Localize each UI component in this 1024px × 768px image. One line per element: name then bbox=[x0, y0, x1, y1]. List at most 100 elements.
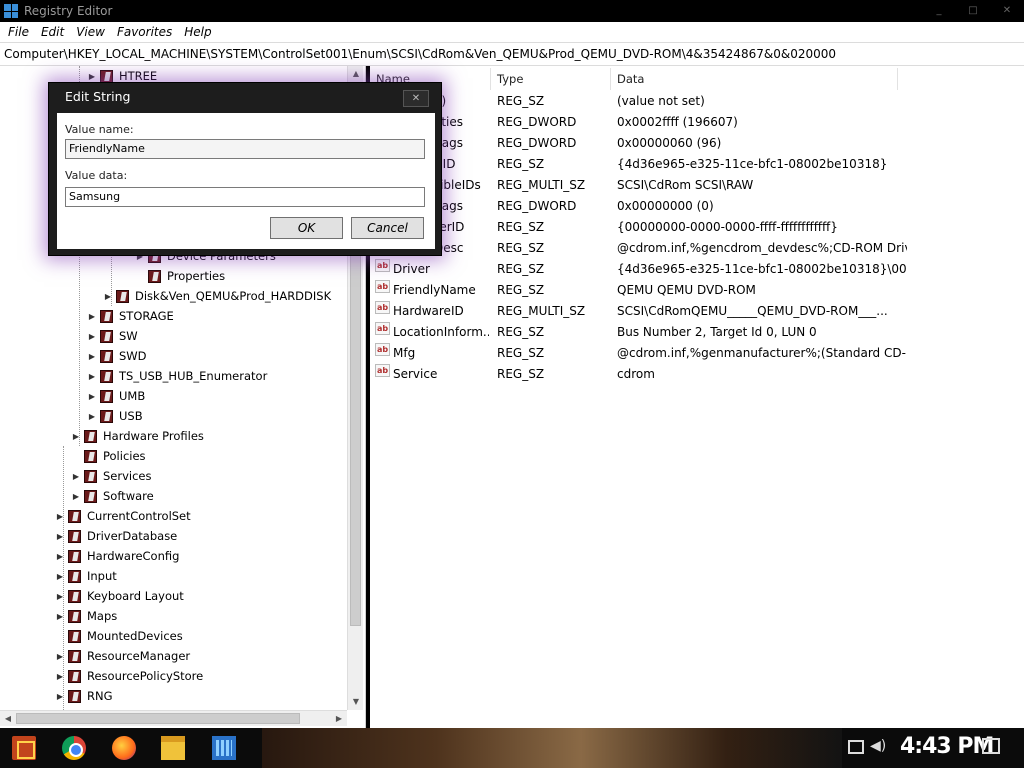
tree-item-driverdatabase[interactable]: ▶ DriverDatabase bbox=[54, 526, 177, 546]
tree-item-sw[interactable]: ▶ SW bbox=[86, 326, 138, 346]
network-icon[interactable] bbox=[848, 740, 864, 754]
expand-arrow-icon[interactable]: ▶ bbox=[54, 692, 66, 701]
tree-item-policies[interactable]: Policies bbox=[70, 446, 146, 466]
tree-item-usb[interactable]: ▶ USB bbox=[86, 406, 143, 426]
expand-arrow-icon[interactable]: ▶ bbox=[54, 552, 66, 561]
folder-icon bbox=[84, 489, 97, 503]
cancel-button[interactable]: Cancel bbox=[351, 217, 424, 239]
value-type: REG_MULTI_SZ bbox=[497, 304, 586, 318]
file-explorer-icon[interactable] bbox=[161, 736, 185, 760]
column-header-type[interactable]: Type bbox=[491, 68, 611, 90]
dialog-close-button[interactable]: ✕ bbox=[403, 90, 429, 107]
firefox-icon[interactable] bbox=[112, 736, 136, 760]
scroll-right-arrow-icon[interactable]: ▶ bbox=[331, 711, 347, 727]
expand-arrow-icon[interactable]: ▶ bbox=[54, 572, 66, 581]
menu-edit[interactable]: Edit bbox=[35, 25, 70, 39]
expand-arrow-icon[interactable]: ▶ bbox=[86, 72, 98, 81]
expand-arrow-icon[interactable]: ▶ bbox=[54, 512, 66, 521]
expand-arrow-icon[interactable]: ▶ bbox=[54, 592, 66, 601]
expand-arrow-icon[interactable]: ▶ bbox=[102, 292, 114, 301]
value-data: {4d36e965-e325-11ce-bfc1-08002be10318}\0… bbox=[617, 262, 907, 276]
chrome-icon[interactable] bbox=[62, 736, 86, 760]
tree-item-label: CurrentControlSet bbox=[87, 509, 191, 523]
regedit-icon[interactable] bbox=[212, 736, 236, 760]
taskbar-clock[interactable]: 4:43 PM bbox=[900, 734, 994, 759]
address-bar[interactable]: Computer\HKEY_LOCAL_MACHINE\SYSTEM\Contr… bbox=[0, 42, 1024, 66]
minimize-button[interactable]: _ bbox=[922, 0, 956, 22]
tree-item-input[interactable]: ▶ Input bbox=[54, 566, 117, 586]
value-type: REG_SZ bbox=[497, 94, 545, 108]
value-data-field[interactable]: Samsung bbox=[65, 187, 425, 207]
tree-item-mounteddevices[interactable]: MountedDevices bbox=[54, 626, 183, 646]
notifications-icon[interactable] bbox=[982, 738, 1000, 754]
value-row[interactable]: 01 Capabilities REG_DWORD 0x0002ffff (19… bbox=[370, 112, 1010, 133]
menu-file[interactable]: File bbox=[2, 25, 35, 39]
tree-item-ts-usb-hub-enumerator[interactable]: ▶ TS_USB_HUB_Enumerator bbox=[86, 366, 267, 386]
value-row[interactable]: 01 ConfigFlags REG_DWORD 0x00000000 (0) bbox=[370, 196, 1010, 217]
tree-item-software[interactable]: ▶ Software bbox=[70, 486, 154, 506]
value-row[interactable]: 01 ConfigFlags REG_DWORD 0x00000060 (96) bbox=[370, 133, 1010, 154]
expand-arrow-icon[interactable]: ▶ bbox=[86, 332, 98, 341]
value-row[interactable]: ab CompatibleIDs REG_MULTI_SZ SCSI\CdRom… bbox=[370, 175, 1010, 196]
menu-bar: File Edit View Favorites Help bbox=[0, 22, 1024, 42]
tree-item-storage[interactable]: ▶ STORAGE bbox=[86, 306, 174, 326]
value-type: REG_SZ bbox=[497, 157, 545, 171]
value-row[interactable]: ab FriendlyName REG_SZ QEMU QEMU DVD-ROM bbox=[370, 280, 1010, 301]
tree-item-disk-qemu-harddisk[interactable]: ▶ Disk&Ven_QEMU&Prod_HARDDISK bbox=[102, 286, 331, 306]
tree-item-maps[interactable]: ▶ Maps bbox=[54, 606, 117, 626]
expand-arrow-icon[interactable]: ▶ bbox=[70, 472, 82, 481]
tree-item-currentcontrolset[interactable]: ▶ CurrentControlSet bbox=[54, 506, 191, 526]
value-row[interactable]: ab DeviceDesc REG_SZ @cdrom.inf,%gencdro… bbox=[370, 238, 1010, 259]
tree-item-swd[interactable]: ▶ SWD bbox=[86, 346, 147, 366]
tree-item-resourcepolicystore[interactable]: ▶ ResourcePolicyStore bbox=[54, 666, 203, 686]
tree-item-hardware-profiles[interactable]: ▶ Hardware Profiles bbox=[70, 426, 204, 446]
value-row[interactable]: ab LocationInform... REG_SZ Bus Number 2… bbox=[370, 322, 1010, 343]
expand-arrow-icon[interactable]: ▶ bbox=[86, 312, 98, 321]
scroll-thumb[interactable] bbox=[16, 713, 300, 724]
column-header-data[interactable]: Data bbox=[611, 68, 898, 90]
tree-item-umb[interactable]: ▶ UMB bbox=[86, 386, 145, 406]
expand-arrow-icon[interactable]: ▶ bbox=[54, 612, 66, 621]
tree-item-rng[interactable]: ▶ RNG bbox=[54, 686, 113, 706]
value-row[interactable]: ab (Default) REG_SZ (value not set) bbox=[370, 91, 1010, 112]
tree-item-services[interactable]: ▶ Services bbox=[70, 466, 152, 486]
tree-item-keyboard-layout[interactable]: ▶ Keyboard Layout bbox=[54, 586, 184, 606]
expand-arrow-icon[interactable]: ▶ bbox=[70, 492, 82, 501]
expand-arrow-icon[interactable]: ▶ bbox=[86, 392, 98, 401]
value-name-field[interactable]: FriendlyName bbox=[65, 139, 425, 159]
value-data-label: Value data: bbox=[65, 169, 128, 182]
value-row[interactable]: ab Driver REG_SZ {4d36e965-e325-11ce-bfc… bbox=[370, 259, 1010, 280]
menu-help[interactable]: Help bbox=[178, 25, 217, 39]
value-row[interactable]: ab Service REG_SZ cdrom bbox=[370, 364, 1010, 385]
tree-horizontal-scrollbar[interactable]: ◀ ▶ bbox=[0, 710, 347, 726]
scroll-up-arrow-icon[interactable]: ▲ bbox=[348, 66, 364, 82]
tree-item-properties[interactable]: Properties bbox=[134, 266, 225, 286]
menu-view[interactable]: View bbox=[70, 25, 111, 39]
menu-favorites[interactable]: Favorites bbox=[111, 25, 178, 39]
value-type: REG_DWORD bbox=[497, 199, 577, 213]
tree-item-resourcemanager[interactable]: ▶ ResourceManager bbox=[54, 646, 190, 666]
value-row[interactable]: ab ClassGUID REG_SZ {4d36e965-e325-11ce-… bbox=[370, 154, 1010, 175]
expand-arrow-icon[interactable]: ▶ bbox=[70, 432, 82, 441]
expand-arrow-icon[interactable]: ▶ bbox=[86, 372, 98, 381]
folder-icon bbox=[100, 369, 113, 383]
expand-arrow-icon[interactable]: ▶ bbox=[86, 352, 98, 361]
value-type: REG_MULTI_SZ bbox=[497, 178, 586, 192]
string-value-icon: ab bbox=[375, 301, 390, 314]
expand-arrow-icon[interactable]: ▶ bbox=[54, 532, 66, 541]
value-row[interactable]: ab HardwareID REG_MULTI_SZ SCSI\CdRomQEM… bbox=[370, 301, 1010, 322]
volume-icon[interactable]: ◀) bbox=[870, 738, 886, 754]
tree-item-hardwareconfig[interactable]: ▶ HardwareConfig bbox=[54, 546, 180, 566]
folder-icon bbox=[84, 429, 97, 443]
start-icon[interactable] bbox=[12, 736, 36, 760]
maximize-button[interactable]: □ bbox=[956, 0, 990, 22]
expand-arrow-icon[interactable]: ▶ bbox=[54, 672, 66, 681]
scroll-down-arrow-icon[interactable]: ▼ bbox=[348, 694, 364, 710]
value-row[interactable]: ab Mfg REG_SZ @cdrom.inf,%genmanufacture… bbox=[370, 343, 1010, 364]
expand-arrow-icon[interactable]: ▶ bbox=[86, 412, 98, 421]
scroll-left-arrow-icon[interactable]: ◀ bbox=[0, 711, 16, 727]
expand-arrow-icon[interactable]: ▶ bbox=[54, 652, 66, 661]
ok-button[interactable]: OK bbox=[270, 217, 343, 239]
value-row[interactable]: ab ContainerID REG_SZ {00000000-0000-000… bbox=[370, 217, 1010, 238]
close-button[interactable]: ✕ bbox=[990, 0, 1024, 22]
